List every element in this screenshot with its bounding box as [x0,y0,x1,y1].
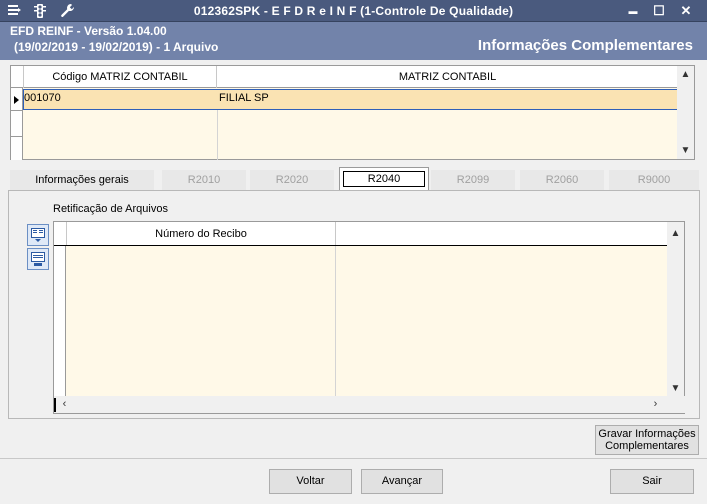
tab-r2040[interactable]: R2040 [339,167,429,191]
column-header-codigo[interactable]: Código MATRIZ CONTABIL [23,66,217,88]
minimize-button[interactable]: ▬ [622,2,644,20]
table-row[interactable]: 001070 FILIAL SP [23,89,678,110]
matrix-grid-header: Código MATRIZ CONTABIL MATRIZ CONTABIL [11,66,678,88]
row-header-column [54,246,66,398]
voltar-button[interactable]: Voltar [269,469,352,494]
tab-r2020[interactable]: R2020 [250,170,334,191]
matrix-grid[interactable]: Código MATRIZ CONTABIL MATRIZ CONTABIL 0… [10,65,695,160]
gravar-label-line2: Complementares [605,440,689,452]
current-row-indicator-icon [14,96,19,104]
export-button[interactable] [27,248,49,270]
vertical-scrollbar[interactable]: ▲ ▼ [677,66,694,159]
header-banner: EFD REINF - Versão 1.04.00 (19/02/2019 -… [0,22,707,60]
scroll-right-icon[interactable]: › [647,396,664,413]
maximize-button[interactable]: ☐ [648,2,670,20]
vertical-scrollbar[interactable]: ▲ ▼ [667,222,684,398]
column-header-numero-recibo[interactable]: Número do Recibo [66,222,336,245]
tab-strip: Informações gerais R2010 R2020 R2040 R20… [8,167,700,191]
avancar-button[interactable]: Avançar [361,469,443,494]
tab-informacoes-gerais[interactable]: Informações gerais [10,170,154,191]
recibo-grid-header: Número do Recibo [54,222,668,246]
cell-matriz[interactable]: FILIAL SP [218,90,518,109]
export-icon [31,252,45,266]
horizontal-scrollbar[interactable]: ‹ › [54,396,686,413]
column-divider [335,246,336,398]
tab-r2010[interactable]: R2010 [162,170,246,191]
gravar-label-line1: Gravar Informações [598,428,696,440]
column-header-matriz[interactable]: MATRIZ CONTABIL [217,66,678,88]
version-label: EFD REINF - Versão 1.04.00 [10,24,167,38]
scroll-down-icon[interactable]: ▼ [667,380,684,397]
scroll-left-icon[interactable]: ‹ [56,396,73,413]
scroll-down-icon[interactable]: ▼ [677,142,694,159]
column-divider [217,110,218,160]
section-title: Informações Complementares [477,37,693,54]
tab-r2040-label: R2040 [342,171,426,187]
tab-r2099[interactable]: R2099 [431,170,515,191]
close-button[interactable]: ✕ [675,2,697,20]
tab-panel-r2040: Retificação de Arquivos Número do Recibo… [8,190,700,419]
import-button[interactable] [27,224,49,246]
sair-button[interactable]: Sair [610,469,694,494]
tab-r2060[interactable]: R2060 [520,170,604,191]
title-bar[interactable]: 012362SPK - E F D R e I N F (1-Controle … [0,0,707,22]
cell-codigo[interactable]: 001070 [24,90,218,109]
gravar-informacoes-button[interactable]: Gravar Informações Complementares [595,425,699,455]
retificacao-label: Retificação de Arquivos [53,203,168,215]
window-title: 012362SPK - E F D R e I N F (1-Controle … [193,4,514,18]
scroll-up-icon[interactable]: ▲ [677,66,694,83]
recibo-grid[interactable]: Número do Recibo ▲ ▼ ‹ › [53,221,686,414]
tab-r9000[interactable]: R9000 [609,170,699,191]
period-label: (19/02/2019 - 19/02/2019) - 1 Arquivo [14,40,219,54]
scroll-up-icon[interactable]: ▲ [667,225,684,242]
footer-divider [0,458,707,459]
import-icon [31,228,45,242]
